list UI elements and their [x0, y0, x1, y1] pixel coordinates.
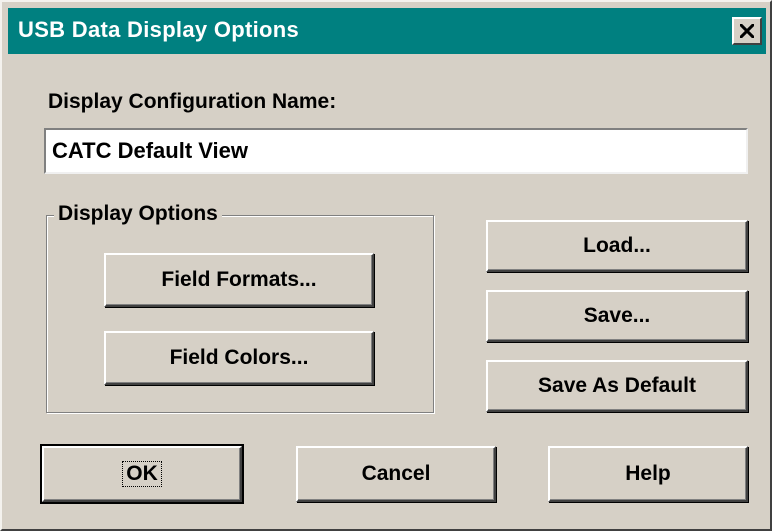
- display-options-legend: Display Options: [54, 202, 222, 226]
- field-colors-button[interactable]: Field Colors...: [104, 331, 374, 385]
- ok-button[interactable]: OK: [40, 444, 244, 504]
- load-button[interactable]: Load...: [486, 220, 748, 272]
- help-button[interactable]: Help: [548, 446, 748, 502]
- config-name-field[interactable]: [44, 128, 748, 174]
- load-label: Load...: [583, 234, 651, 257]
- help-label: Help: [625, 462, 671, 485]
- ok-label: OK: [122, 461, 162, 487]
- field-formats-button[interactable]: Field Formats...: [104, 253, 374, 307]
- save-as-default-button[interactable]: Save As Default: [486, 360, 748, 412]
- config-name-label: Display Configuration Name:: [48, 90, 337, 113]
- cancel-button[interactable]: Cancel: [296, 446, 496, 502]
- title-bar[interactable]: USB Data Display Options: [8, 8, 766, 54]
- save-button[interactable]: Save...: [486, 290, 748, 342]
- field-colors-label: Field Colors...: [169, 346, 309, 369]
- window-title: USB Data Display Options: [18, 17, 300, 42]
- save-as-default-label: Save As Default: [538, 374, 696, 397]
- close-button[interactable]: [732, 17, 762, 45]
- cancel-label: Cancel: [361, 462, 431, 485]
- close-x-icon: [740, 24, 754, 38]
- save-label: Save...: [583, 304, 651, 327]
- field-formats-label: Field Formats...: [161, 268, 317, 291]
